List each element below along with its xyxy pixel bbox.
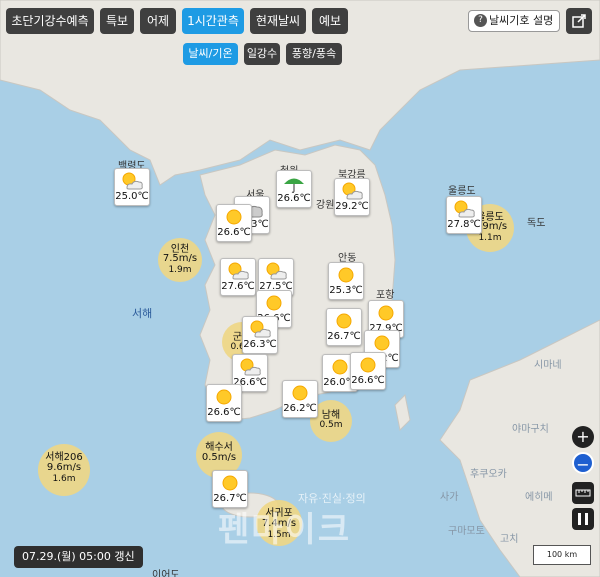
- sunny-icon: [373, 303, 399, 323]
- ruler-icon: [575, 489, 591, 497]
- buoy-wave: 0.5m: [319, 420, 343, 430]
- buoy-wind: 9.6m/s: [46, 462, 82, 473]
- external-link-icon: [572, 14, 586, 28]
- station-card[interactable]: 27.8℃: [446, 196, 482, 234]
- label-ulleungdo: 울릉도: [448, 186, 476, 197]
- buoy-wave: 1.1m: [478, 233, 502, 243]
- label-kochi: 고치: [500, 534, 519, 545]
- station-card[interactable]: 26.3℃: [242, 316, 278, 354]
- station-temperature: 26.3℃: [243, 339, 277, 350]
- buoy-wave: 1.6m: [52, 474, 76, 484]
- partly-cloudy-icon: [451, 199, 477, 219]
- partly-cloudy-icon: [119, 171, 145, 191]
- sunny-icon: [287, 383, 313, 403]
- station-temperature: 27.6℃: [221, 281, 255, 292]
- sunny-icon: [355, 355, 381, 375]
- tab-warning[interactable]: 특보: [100, 8, 134, 34]
- tab-nowcast[interactable]: 초단기강수예측: [6, 8, 94, 34]
- station-temperature: 26.6℃: [277, 193, 311, 204]
- weather-symbol-help-button[interactable]: ? 날씨기호 설명: [468, 10, 560, 32]
- station-temperature: 29.2℃: [335, 201, 369, 212]
- sunny-icon: [331, 311, 357, 331]
- watermark-logo: 펜마이크: [218, 510, 352, 550]
- partly-cloudy-icon: [225, 261, 251, 281]
- help-label: 날씨기호 설명: [489, 14, 554, 27]
- station-temperature: 26.6℃: [217, 227, 251, 238]
- buoy-wind: 7.5m/s: [162, 253, 198, 264]
- station-card[interactable]: 26.6℃: [206, 384, 242, 422]
- station-card[interactable]: 26.6℃: [216, 204, 252, 242]
- partly-cloudy-icon: [247, 319, 273, 339]
- label-kumamoto: 구마모토: [448, 526, 485, 537]
- question-icon: ?: [474, 14, 487, 27]
- partly-cloudy-icon: [237, 357, 263, 377]
- sunny-icon: [211, 387, 237, 407]
- subtab-daily-precip[interactable]: 일강수: [244, 43, 280, 65]
- station-temperature: 26.6℃: [207, 407, 241, 418]
- bars-icon: [578, 513, 588, 525]
- buoy-wind: 0.5m/s: [201, 452, 237, 463]
- tab-current-weather[interactable]: 현재날씨: [250, 8, 306, 34]
- tab-yesterday[interactable]: 어제: [140, 8, 176, 34]
- station-card[interactable]: 26.7℃: [326, 308, 362, 346]
- station-card[interactable]: 25.0℃: [114, 168, 150, 206]
- station-temperature: 25.0℃: [115, 191, 149, 202]
- station-temperature: 26.6℃: [351, 375, 385, 386]
- subtab-wind[interactable]: 풍향/풍속: [286, 43, 342, 65]
- station-card[interactable]: 26.2℃: [282, 380, 318, 418]
- sunny-icon: [221, 207, 247, 227]
- label-shimane: 시마네: [534, 360, 562, 371]
- station-temperature: 26.2℃: [283, 403, 317, 414]
- label-gangwon: 강원: [316, 200, 335, 211]
- buoy-name: 서해206: [45, 452, 83, 463]
- scale-bar: 100 km: [533, 545, 591, 565]
- sunny-icon: [333, 265, 359, 285]
- partly-cloudy-icon: [339, 181, 365, 201]
- label-saga: 사가: [440, 492, 459, 503]
- sunny-icon: [217, 473, 243, 493]
- station-card[interactable]: 27.6℃: [220, 258, 256, 296]
- sunny-icon: [369, 333, 395, 353]
- label-dokdo: 독도: [527, 218, 546, 229]
- sunny-icon: [261, 293, 287, 313]
- tab-forecast[interactable]: 예보: [312, 8, 348, 34]
- label-ehime: 에히메: [525, 492, 553, 503]
- station-temperature: 27.8℃: [447, 219, 481, 230]
- tab-hourly-obs[interactable]: 1시간관측: [182, 8, 244, 34]
- label-pohang: 포항: [376, 290, 395, 301]
- partly-cloudy-icon: [263, 261, 289, 281]
- share-button[interactable]: [566, 8, 592, 34]
- station-card[interactable]: 26.6℃: [350, 352, 386, 390]
- buoy-seohae206[interactable]: 서해206 9.6m/s 1.6m: [38, 444, 90, 496]
- label-ieodo: 이어도: [152, 570, 180, 577]
- buoy-name: 해수서: [205, 442, 233, 453]
- label-hukuoka: 후쿠오카: [470, 469, 507, 480]
- station-card[interactable]: 29.2℃: [334, 178, 370, 216]
- ruler-button[interactable]: [572, 482, 594, 504]
- update-time-badge: 07.29.(월) 05:00 갱신: [14, 546, 143, 568]
- zoom-in-button[interactable]: +: [572, 426, 594, 448]
- subtab-weather-temp[interactable]: 날씨/기온: [183, 43, 238, 65]
- zoom-out-button[interactable]: −: [572, 452, 594, 474]
- station-temperature: 26.7℃: [327, 331, 361, 342]
- station-temperature: 25.3℃: [329, 285, 363, 296]
- buoy-wave: 1.9m: [168, 265, 192, 275]
- buoy-incheon[interactable]: 인천 7.5m/s 1.9m: [158, 238, 202, 282]
- layer-button[interactable]: [572, 508, 594, 530]
- label-west-sea: 서해: [132, 307, 153, 320]
- station-card[interactable]: 26.6℃: [276, 170, 312, 208]
- umbrella-icon: [281, 173, 307, 193]
- label-yamaguchi: 야마구치: [512, 424, 549, 435]
- station-card[interactable]: 25.3℃: [328, 262, 364, 300]
